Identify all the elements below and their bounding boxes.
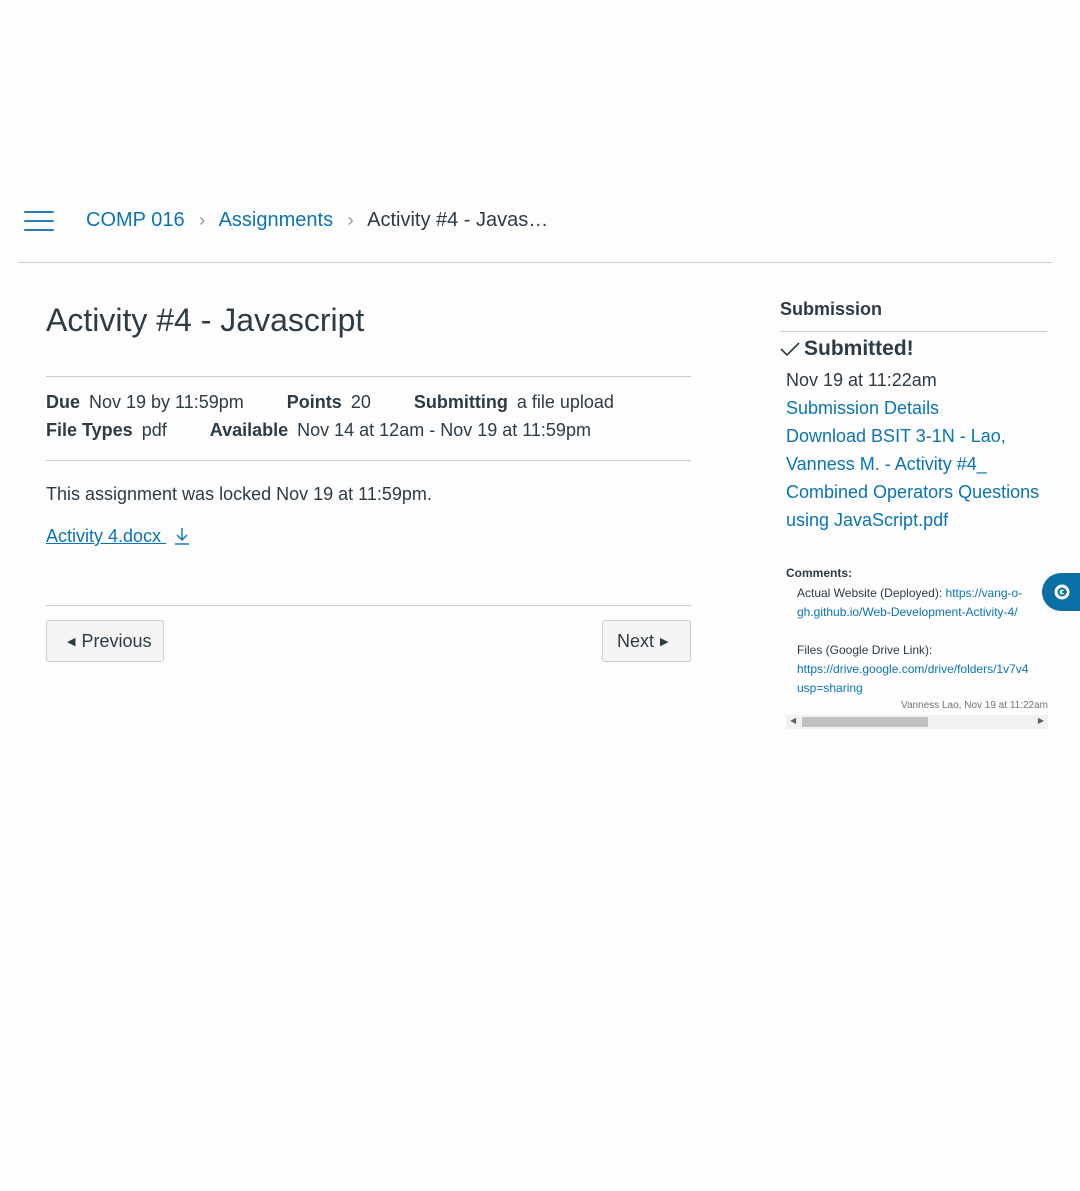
submission-details-link[interactable]: Submission Details (786, 394, 939, 422)
page-title: Activity #4 - Javascript (46, 302, 365, 338)
locked-notice: This assignment was locked Nov 19 at 11:… (46, 484, 432, 504)
breadcrumb: COMP 016 › Assignments › Activity #4 - J… (86, 206, 548, 234)
file-types-value: pdf (141, 420, 167, 440)
submission-status: Submitted! (780, 337, 914, 361)
next-button[interactable]: Next ▶ (602, 620, 691, 662)
download-icon[interactable] (174, 527, 190, 545)
scroll-left-icon[interactable]: ◀ (790, 716, 796, 725)
scrollbar-thumb[interactable] (802, 717, 928, 727)
comment-author: Vanness Lao, Nov 19 at 11:22am (901, 700, 1048, 711)
hamburger-menu-icon[interactable] (24, 211, 54, 233)
breadcrumb-current: Activity #4 - Javas… (367, 209, 549, 231)
submitting-value: a file upload (516, 392, 614, 412)
previous-label: Previous (81, 630, 152, 651)
helper-icon (1054, 584, 1070, 600)
points-value: 20 (350, 392, 371, 412)
submission-status-text: Submitted! (804, 337, 914, 360)
divider (780, 331, 1047, 332)
comment-body: Actual Website (Deployed): https://vang-… (797, 584, 1048, 698)
submission-heading: Submission (780, 299, 883, 319)
divider (46, 460, 691, 461)
points-label: Points (286, 392, 342, 412)
next-label: Next (617, 630, 655, 651)
submitting-label: Submitting (413, 392, 508, 412)
due-label: Due (46, 392, 81, 412)
floating-helper-button[interactable] (1042, 573, 1080, 611)
comments-label: Comments: (786, 566, 853, 580)
previous-button[interactable]: ◀ Previous (46, 620, 164, 662)
comment-text: Files (Google Drive Link): (797, 643, 933, 657)
breadcrumb-separator: › (199, 210, 206, 230)
breadcrumb-assignments[interactable]: Assignments (219, 209, 334, 231)
header-divider (18, 262, 1052, 263)
comments-section: Comments: Actual Website (Deployed): htt… (786, 566, 1048, 711)
download-submission-link[interactable]: Download BSIT 3-1N - Lao, Vanness M. - A… (786, 422, 1051, 534)
attachment-link[interactable]: Activity 4.docx (46, 526, 190, 547)
breadcrumb-separator: › (347, 210, 354, 230)
comment-drive-link[interactable]: https://drive.google.com/drive/folders/1… (797, 662, 1028, 676)
caret-right-icon: ▶ (660, 635, 669, 648)
due-value: Nov 19 by 11:59pm (89, 392, 244, 412)
file-types-label: File Types (46, 420, 133, 440)
checkmark-icon (780, 342, 800, 357)
available-label: Available (209, 420, 289, 440)
available-value: Nov 14 at 12am - Nov 19 at 11:59pm (297, 420, 591, 440)
submission-timestamp: Nov 19 at 11:22am (786, 370, 937, 390)
comments-horizontal-scrollbar[interactable]: ◀ ▶ (786, 715, 1048, 729)
divider (46, 376, 691, 377)
comment-text: Actual Website (Deployed): (797, 586, 946, 600)
assignment-meta-row-1: Due Nov 19 by 11:59pm Points 20 Submitting… (46, 392, 614, 413)
attachment-name[interactable]: Activity 4.docx (46, 526, 161, 546)
scroll-right-icon[interactable]: ▶ (1038, 716, 1044, 725)
assignment-meta-row-2: File Types pdf Available Nov 14 at 12am - … (46, 420, 591, 441)
comment-drive-link-cont[interactable]: usp=sharing (797, 681, 863, 695)
breadcrumb-course[interactable]: COMP 016 (86, 209, 185, 231)
divider (46, 605, 691, 606)
caret-left-icon: ◀ (67, 635, 76, 648)
